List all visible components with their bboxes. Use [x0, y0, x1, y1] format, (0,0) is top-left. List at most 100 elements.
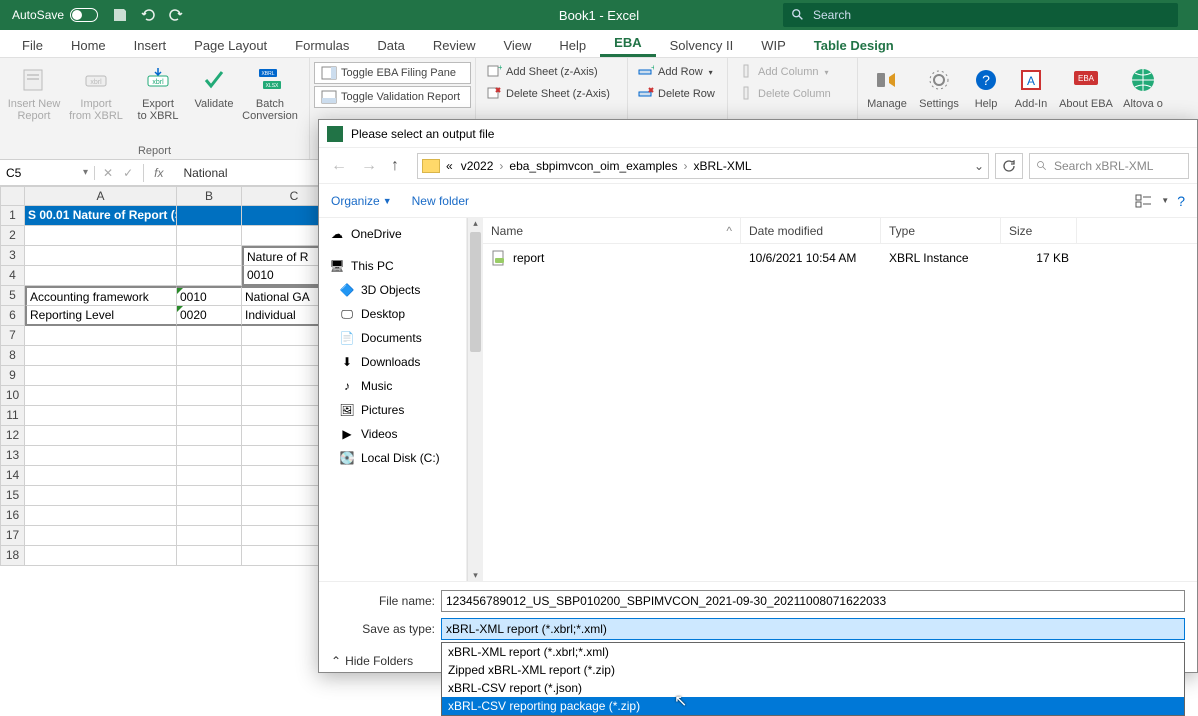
- manage-button[interactable]: Manage: [862, 60, 912, 110]
- tree-3d-objects[interactable]: 🔷3D Objects: [319, 278, 466, 302]
- cell[interactable]: S 00.01 Nature of Report (SBP): [25, 206, 177, 226]
- tab-solvency[interactable]: Solvency II: [656, 34, 748, 57]
- row-header[interactable]: 16: [0, 506, 25, 526]
- back-icon[interactable]: ←: [327, 157, 351, 175]
- filetype-option[interactable]: xBRL-CSV reporting package (*.zip): [442, 697, 1184, 715]
- tab-view[interactable]: View: [489, 34, 545, 57]
- row-header[interactable]: 11: [0, 406, 25, 426]
- dropdown-icon[interactable]: ▾: [83, 167, 88, 178]
- tree-music[interactable]: ♪Music: [319, 374, 466, 398]
- toggle-validation-report[interactable]: Toggle Validation Report: [314, 86, 471, 108]
- col-name[interactable]: Name ^: [483, 218, 741, 243]
- tab-table-design[interactable]: Table Design: [800, 34, 908, 57]
- tab-review[interactable]: Review: [419, 34, 490, 57]
- tab-page-layout[interactable]: Page Layout: [180, 34, 281, 57]
- add-sheet-z-axis[interactable]: + Add Sheet (z-Axis): [480, 62, 623, 82]
- toggle-eba-filing-pane[interactable]: Toggle EBA Filing Pane: [314, 62, 471, 84]
- row-header[interactable]: 10: [0, 386, 25, 406]
- new-folder-button[interactable]: New folder: [412, 194, 469, 208]
- filetype-option[interactable]: Zipped xBRL-XML report (*.zip): [442, 661, 1184, 679]
- filetype-option[interactable]: xBRL-CSV report (*.json): [442, 679, 1184, 697]
- help-button[interactable]: ? Help: [966, 60, 1006, 110]
- select-all-corner[interactable]: [0, 186, 25, 206]
- cell[interactable]: 0010: [177, 286, 242, 306]
- col-type[interactable]: Type: [881, 218, 1001, 243]
- scroll-down-icon[interactable]: ▾: [468, 570, 483, 581]
- save-as-type-select[interactable]: xBRL-XML report (*.xbrl;*.xml): [441, 618, 1185, 640]
- up-icon[interactable]: ↑: [387, 157, 403, 175]
- tab-eba[interactable]: EBA: [600, 31, 655, 57]
- cell[interactable]: 0020: [177, 306, 242, 326]
- add-row[interactable]: + Add Row ▾: [632, 62, 723, 82]
- filetype-option[interactable]: xBRL-XML report (*.xbrl;*.xml): [442, 643, 1184, 661]
- cell[interactable]: [177, 266, 242, 286]
- row-header[interactable]: 13: [0, 446, 25, 466]
- refresh-button[interactable]: [995, 153, 1023, 179]
- cell[interactable]: Accounting framework: [25, 286, 177, 306]
- tab-help[interactable]: Help: [545, 34, 600, 57]
- addin-button[interactable]: A Add-In: [1008, 60, 1054, 110]
- batch-conversion-button[interactable]: XBRLXLSX Batch Conversion: [240, 60, 300, 122]
- tab-file[interactable]: File: [8, 34, 57, 57]
- dialog-search[interactable]: Search xBRL-XML: [1029, 153, 1189, 179]
- col-header-B[interactable]: B: [177, 186, 242, 206]
- cell[interactable]: Reporting Level: [25, 306, 177, 326]
- breadcrumb[interactable]: « v2022 › eba_sbpimvcon_oim_examples › x…: [417, 153, 989, 179]
- cell[interactable]: [177, 226, 242, 246]
- cancel-icon[interactable]: ✕: [103, 166, 113, 180]
- row-header[interactable]: 17: [0, 526, 25, 546]
- row-header[interactable]: 18: [0, 546, 25, 566]
- tell-me-search[interactable]: [783, 3, 1178, 27]
- tree-scrollbar[interactable]: ▴ ▾: [467, 218, 483, 581]
- help-icon[interactable]: ?: [1177, 193, 1185, 209]
- filename-input[interactable]: [441, 590, 1185, 612]
- tab-home[interactable]: Home: [57, 34, 120, 57]
- tab-wip[interactable]: WIP: [747, 34, 800, 57]
- row-header[interactable]: 6: [0, 306, 25, 326]
- scroll-up-icon[interactable]: ▴: [468, 218, 483, 229]
- tree-onedrive[interactable]: ☁OneDrive: [319, 222, 466, 246]
- tree-downloads[interactable]: ⬇Downloads: [319, 350, 466, 374]
- export-to-xbrl-button[interactable]: xbrl Export to XBRL: [128, 60, 188, 122]
- row-header[interactable]: 7: [0, 326, 25, 346]
- delete-row[interactable]: Delete Row: [632, 84, 723, 104]
- tab-insert[interactable]: Insert: [120, 34, 181, 57]
- about-eba-button[interactable]: EBA About EBA: [1056, 60, 1116, 110]
- col-size[interactable]: Size: [1001, 218, 1077, 243]
- view-options-icon[interactable]: [1135, 194, 1153, 208]
- row-header[interactable]: 9: [0, 366, 25, 386]
- row-header[interactable]: 5: [0, 286, 25, 306]
- cell[interactable]: [25, 246, 177, 266]
- row-header[interactable]: 12: [0, 426, 25, 446]
- redo-icon[interactable]: [168, 7, 184, 23]
- tree-desktop[interactable]: 🖵Desktop: [319, 302, 466, 326]
- row-header[interactable]: 15: [0, 486, 25, 506]
- settings-button[interactable]: Settings: [914, 60, 964, 110]
- fx-icon[interactable]: fx: [154, 166, 163, 180]
- toggle-off-icon[interactable]: [70, 8, 98, 22]
- organize-button[interactable]: Organize ▼: [331, 194, 392, 208]
- chevron-down-icon[interactable]: ⌄: [974, 159, 984, 173]
- tree-videos[interactable]: ▶Videos: [319, 422, 466, 446]
- row-header[interactable]: 1: [0, 206, 25, 226]
- formula-value[interactable]: National: [183, 166, 227, 180]
- tab-formulas[interactable]: Formulas: [281, 34, 363, 57]
- cell[interactable]: [25, 226, 177, 246]
- row-header[interactable]: 4: [0, 266, 25, 286]
- col-header-A[interactable]: A: [25, 186, 177, 206]
- scroll-thumb[interactable]: [470, 232, 481, 352]
- row-header[interactable]: 14: [0, 466, 25, 486]
- autosave-toggle[interactable]: AutoSave: [12, 8, 98, 22]
- name-box[interactable]: C5 ▾: [0, 166, 95, 180]
- file-row[interactable]: report 10/6/2021 10:54 AM XBRL Instance …: [483, 244, 1197, 272]
- undo-icon[interactable]: [140, 7, 156, 23]
- col-date[interactable]: Date modified: [741, 218, 881, 243]
- delete-sheet-z-axis[interactable]: Delete Sheet (z-Axis): [480, 84, 623, 104]
- row-header[interactable]: 8: [0, 346, 25, 366]
- cell[interactable]: [177, 246, 242, 266]
- row-header[interactable]: 2: [0, 226, 25, 246]
- search-input[interactable]: [813, 8, 1170, 22]
- tree-localdisk[interactable]: 💽Local Disk (C:): [319, 446, 466, 470]
- tab-data[interactable]: Data: [363, 34, 418, 57]
- enter-icon[interactable]: ✓: [123, 166, 133, 180]
